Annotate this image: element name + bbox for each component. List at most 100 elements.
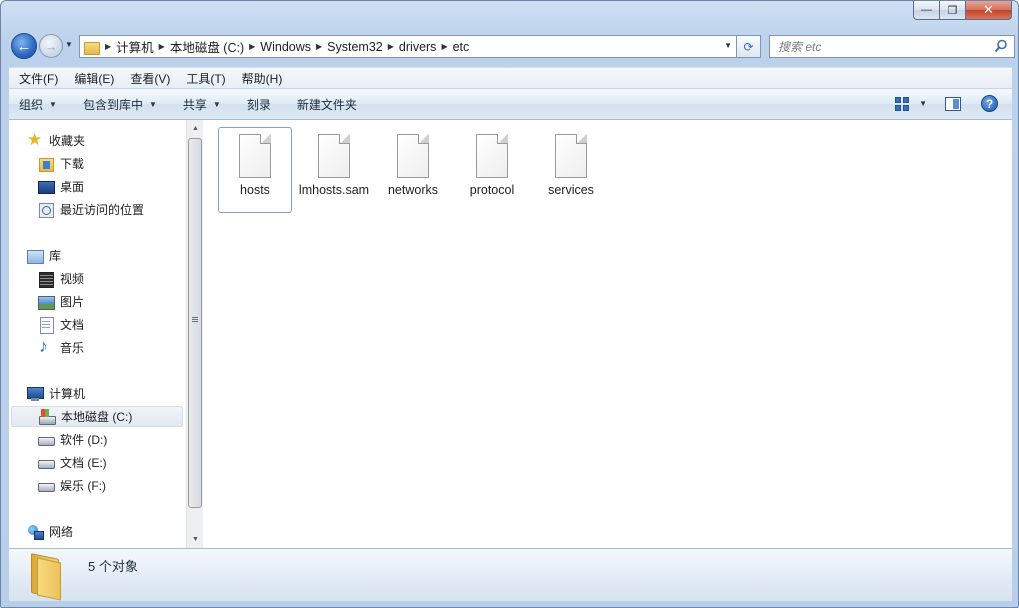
sidebar-item-documents[interactable]: 文档 bbox=[38, 314, 84, 335]
breadcrumb-etc[interactable]: etc bbox=[453, 40, 470, 54]
navigation-scrollbar[interactable]: ▲ ▼ bbox=[186, 120, 203, 548]
organize-label: 组织 bbox=[19, 97, 44, 112]
view-options-dropdown[interactable]: ▼ bbox=[919, 99, 927, 108]
menu-tools[interactable]: 工具(T) bbox=[178, 70, 233, 87]
sidebar-item-recent-places[interactable]: 最近访问的位置 bbox=[38, 199, 144, 220]
search-box[interactable] bbox=[769, 35, 1015, 58]
file-item[interactable]: networks bbox=[376, 127, 450, 213]
share-label: 共享 bbox=[182, 97, 207, 112]
minimize-button[interactable]: — bbox=[913, 1, 940, 20]
breadcrumb-separator[interactable]: ▶ bbox=[441, 42, 447, 51]
share-button[interactable]: 共享 ▼ bbox=[183, 96, 221, 113]
back-button[interactable]: ← bbox=[11, 33, 37, 59]
search-input[interactable] bbox=[778, 39, 993, 54]
breadcrumb-drivers[interactable]: drivers bbox=[399, 40, 437, 54]
sidebar-item-libraries[interactable]: 库 bbox=[27, 245, 61, 266]
chevron-down-icon: ▼ bbox=[49, 99, 57, 109]
file-icon bbox=[554, 134, 588, 178]
sidebar-item-downloads[interactable]: 下载 bbox=[38, 153, 84, 174]
details-pane: 5 个对象 bbox=[9, 548, 1012, 601]
breadcrumb-separator[interactable]: ▶ bbox=[316, 42, 322, 51]
sidebar-item-label: 桌面 bbox=[60, 180, 85, 194]
file-icon bbox=[317, 134, 351, 178]
sidebar-item-drive-e[interactable]: 文档 (E:) bbox=[38, 452, 107, 473]
chevron-down-icon: ▼ bbox=[212, 99, 221, 109]
menu-view[interactable]: 查看(V) bbox=[122, 70, 178, 87]
maximize-button[interactable]: ❐ bbox=[940, 1, 966, 20]
new-folder-label: 新建文件夹 bbox=[296, 97, 357, 112]
breadcrumb-separator[interactable]: ▶ bbox=[388, 42, 394, 51]
view-tools: ▼ ? bbox=[895, 95, 998, 112]
file-item[interactable]: protocol bbox=[455, 127, 529, 213]
sidebar-item-music[interactable]: 音乐 bbox=[38, 336, 84, 358]
refresh-button[interactable]: ⟳ bbox=[737, 35, 761, 58]
file-item[interactable]: hosts bbox=[218, 127, 292, 213]
breadcrumb-system32[interactable]: System32 bbox=[327, 40, 383, 54]
explorer-window: — ❐ ✕ ← → ▼ ▶ 计算机 ▶ 本地磁盘 (C:) ▶ Windows … bbox=[0, 0, 1019, 608]
close-button[interactable]: ✕ bbox=[966, 1, 1012, 20]
scroll-up-button[interactable]: ▲ bbox=[187, 120, 204, 137]
organize-button[interactable]: 组织 ▼ bbox=[19, 96, 57, 113]
sidebar-item-drive-d[interactable]: 软件 (D:) bbox=[38, 429, 107, 450]
search-icon[interactable] bbox=[994, 39, 1008, 53]
sidebar-item-label: 下载 bbox=[60, 157, 85, 171]
document-icon bbox=[38, 316, 54, 334]
breadcrumb-separator[interactable]: ▶ bbox=[249, 42, 255, 51]
breadcrumb-computer[interactable]: 计算机 bbox=[116, 37, 154, 56]
sidebar-item-computer[interactable]: 计算机 bbox=[27, 383, 85, 404]
drive-icon bbox=[38, 455, 55, 471]
breadcrumb-separator[interactable]: ▶ bbox=[105, 42, 111, 51]
scrollbar-thumb[interactable] bbox=[188, 138, 202, 508]
sidebar-item-local-disk-c[interactable]: 本地磁盘 (C:) bbox=[11, 406, 183, 427]
include-in-library-button[interactable]: 包含到库中 ▼ bbox=[83, 96, 157, 113]
new-folder-button[interactable]: 新建文件夹 bbox=[297, 96, 357, 113]
scroll-down-button[interactable]: ▼ bbox=[187, 531, 204, 548]
recent-pages-dropdown[interactable]: ▼ bbox=[65, 40, 73, 49]
menu-help[interactable]: 帮助(H) bbox=[234, 70, 291, 87]
sidebar-item-desktop[interactable]: 桌面 bbox=[38, 176, 84, 197]
help-icon[interactable]: ? bbox=[981, 95, 998, 112]
drive-icon bbox=[38, 432, 55, 448]
sidebar-item-label: 库 bbox=[49, 249, 62, 263]
include-in-library-label: 包含到库中 bbox=[82, 97, 143, 112]
address-history-dropdown[interactable]: ▼ bbox=[724, 41, 732, 50]
sidebar-item-label: 最近访问的位置 bbox=[60, 203, 145, 217]
sidebar-item-label: 网络 bbox=[49, 525, 74, 539]
preview-pane-icon[interactable] bbox=[945, 96, 961, 111]
sidebar-item-pictures[interactable]: 图片 bbox=[38, 291, 84, 312]
sidebar-item-label: 计算机 bbox=[49, 387, 86, 401]
address-bar[interactable]: ▶ 计算机 ▶ 本地磁盘 (C:) ▶ Windows ▶ System32 ▶… bbox=[79, 35, 737, 58]
command-bar: 组织 ▼ 包含到库中 ▼ 共享 ▼ 刻录 新建文件夹 ▼ ? bbox=[9, 88, 1012, 120]
download-folder-icon bbox=[38, 156, 54, 172]
content-area: 收藏夹 下载 桌面 最近访问的位置 库 视频 bbox=[9, 120, 1012, 548]
menu-file[interactable]: 文件(F) bbox=[11, 70, 66, 87]
breadcrumb-separator[interactable]: ▶ bbox=[159, 42, 165, 51]
video-icon bbox=[38, 271, 54, 288]
desktop-icon bbox=[38, 179, 55, 195]
chevron-down-icon: ▼ bbox=[148, 99, 157, 109]
forward-button[interactable]: → bbox=[39, 34, 63, 58]
network-icon bbox=[27, 524, 44, 540]
sidebar-item-favorites[interactable]: 收藏夹 bbox=[27, 130, 85, 151]
sidebar-item-drive-f[interactable]: 娱乐 (F:) bbox=[38, 475, 106, 496]
menu-bar: 文件(F) 编辑(E) 查看(V) 工具(T) 帮助(H) bbox=[9, 67, 1012, 88]
breadcrumb-windows[interactable]: Windows bbox=[260, 40, 311, 54]
sidebar-item-network[interactable]: 网络 bbox=[27, 521, 73, 542]
file-item[interactable]: lmhosts.sam bbox=[297, 127, 371, 213]
file-icon bbox=[238, 134, 272, 178]
library-icon bbox=[27, 248, 44, 264]
sidebar-item-videos[interactable]: 视频 bbox=[38, 268, 84, 289]
computer-icon bbox=[27, 386, 44, 402]
burn-button[interactable]: 刻录 bbox=[247, 96, 271, 113]
navigation-row: ← → ▼ ▶ 计算机 ▶ 本地磁盘 (C:) ▶ Windows ▶ Syst… bbox=[9, 31, 1015, 61]
file-item[interactable]: services bbox=[534, 127, 608, 213]
sidebar-item-label: 文档 bbox=[60, 318, 85, 332]
change-view-icon[interactable] bbox=[895, 96, 910, 111]
menu-edit[interactable]: 编辑(E) bbox=[66, 70, 122, 87]
file-list[interactable]: hosts lmhosts.sam networks protocol serv… bbox=[203, 120, 1012, 548]
burn-label: 刻录 bbox=[246, 97, 271, 112]
recent-places-icon bbox=[38, 202, 54, 218]
sidebar-item-label: 文档 (E:) bbox=[60, 456, 107, 470]
file-name: networks bbox=[387, 183, 439, 197]
breadcrumb-local-disk-c[interactable]: 本地磁盘 (C:) bbox=[170, 37, 244, 56]
